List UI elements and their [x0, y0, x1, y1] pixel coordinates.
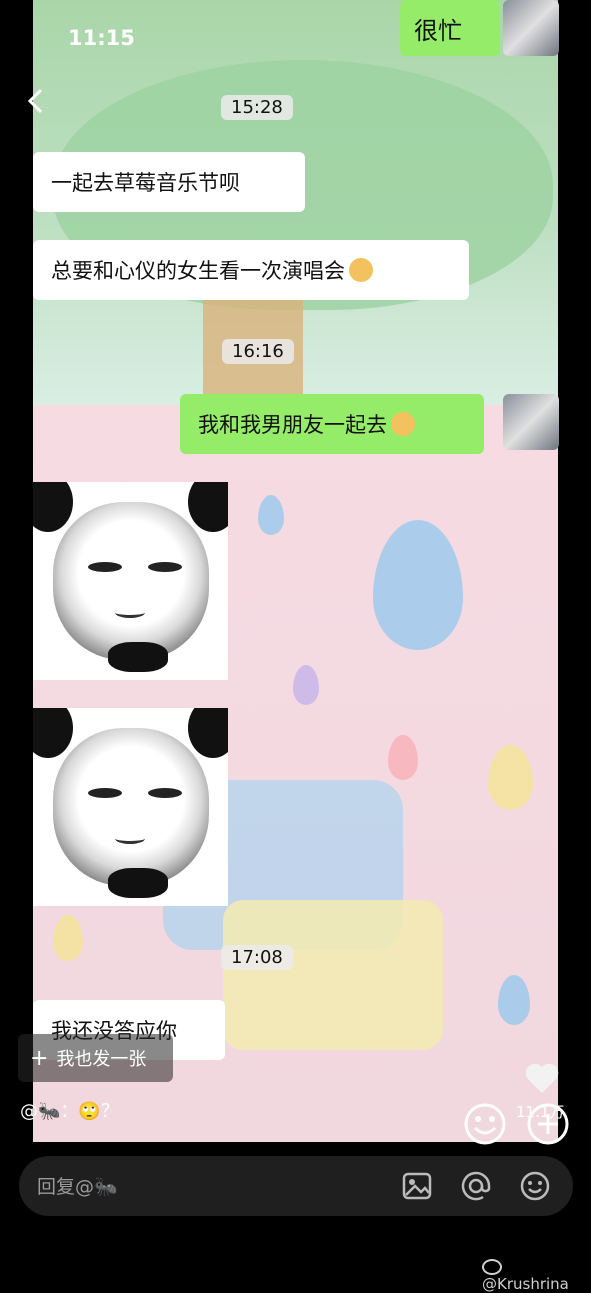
- message-text: 我和我男朋友一起去: [198, 413, 387, 437]
- plus-icon: +: [30, 1045, 49, 1071]
- thinking-emoji-icon: [391, 412, 415, 436]
- background-drop: [53, 915, 83, 961]
- also-post-label: 我也发一张: [56, 1049, 147, 1070]
- header-name-bubble: 很忙: [400, 0, 500, 56]
- status-time: 11:15: [68, 26, 135, 50]
- watermark: @Krushrina: [482, 1257, 591, 1293]
- back-chevron-icon[interactable]: [25, 86, 45, 116]
- watermark-text: @Krushrina: [482, 1275, 569, 1293]
- reply-placeholder: 回复@🐜: [37, 1176, 118, 1198]
- weibo-logo-icon: [482, 1258, 502, 1275]
- message-bubble: 一起去草莓音乐节呗: [33, 152, 305, 212]
- timestamp: 16:16: [222, 339, 294, 364]
- background-drop: [258, 495, 284, 535]
- panda-meme-sticker[interactable]: [33, 708, 228, 906]
- comment-preview[interactable]: @🐜：🙄？: [20, 1097, 119, 1123]
- timestamp: 17:08: [221, 945, 293, 970]
- message-text: 一起去草莓音乐节呗: [51, 171, 240, 195]
- timestamp: 15:28: [221, 95, 293, 120]
- add-circle-icon[interactable]: [526, 1102, 570, 1146]
- emoji-icon[interactable]: [517, 1168, 553, 1204]
- at-mention-icon[interactable]: [458, 1168, 494, 1204]
- message-bubble-me: 我和我男朋友一起去: [180, 394, 484, 454]
- message-text: 总要和心仪的女生看一次演唱会: [51, 259, 345, 283]
- message-bubble: 总要和心仪的女生看一次演唱会: [33, 240, 469, 300]
- background-pants-shape: [223, 900, 443, 1050]
- image-icon[interactable]: [399, 1168, 435, 1204]
- emoji-face-icon[interactable]: [463, 1102, 507, 1146]
- also-post-button[interactable]: + 我也发一张: [18, 1034, 173, 1082]
- top-avatar: [503, 0, 559, 56]
- like-heart-icon[interactable]: [524, 1061, 560, 1095]
- reply-bar: 回复@🐜: [19, 1156, 573, 1216]
- panda-meme-sticker[interactable]: [33, 482, 228, 680]
- reply-input[interactable]: 回复@🐜: [37, 1172, 118, 1199]
- background-drop: [293, 665, 319, 705]
- doge-emoji-icon: [349, 258, 373, 282]
- my-avatar: [503, 394, 559, 450]
- background-drop: [388, 735, 418, 780]
